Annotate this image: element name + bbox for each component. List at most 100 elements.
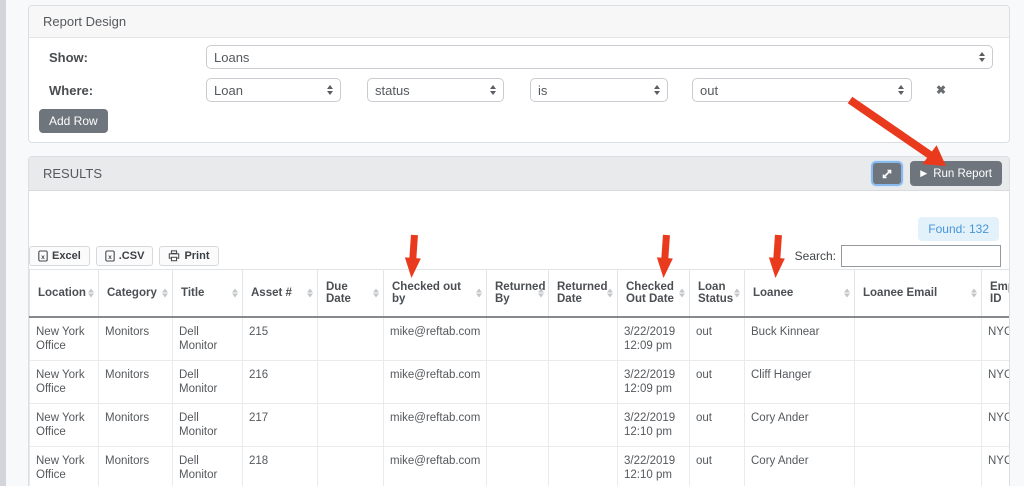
run-report-label: Run Report (933, 167, 992, 180)
sort-icon (373, 288, 379, 298)
table-cell: 217 (242, 403, 318, 447)
export-excel-button[interactable]: x Excel (29, 246, 90, 266)
remove-condition-button[interactable]: ✖ (936, 84, 946, 96)
where-entity-select[interactable]: Loan (206, 78, 341, 102)
where-operator-select[interactable]: is (530, 78, 668, 102)
column-header-location[interactable]: Location (29, 269, 99, 318)
column-header-due-date[interactable]: Due Date (317, 269, 384, 318)
page: Report Design Show: Loans Where: Loan st… (0, 0, 1024, 486)
sort-icon (307, 288, 313, 298)
table-cell: Cory Ander (744, 446, 855, 486)
table-cell: NYC (981, 316, 1009, 361)
show-select-value: Loans (214, 49, 250, 65)
export-csv-button[interactable]: x .CSV (95, 246, 154, 266)
table-cell: Monitors (98, 446, 173, 486)
table-cell: out (689, 446, 745, 486)
sort-icon (538, 288, 544, 298)
table-cell: 216 (242, 360, 318, 404)
column-header-title[interactable]: Title (172, 269, 243, 318)
table-cell (317, 403, 384, 447)
table-header-row: Location Category Title Asset # Due Date Chec… (29, 269, 1009, 318)
select-caret-icon (979, 52, 985, 62)
column-header-loanee-email[interactable]: Loanee Email (854, 269, 982, 318)
table-cell: mike@reftab.com (383, 446, 487, 486)
table-cell: Monitors (98, 316, 173, 361)
column-header-checked-out-by[interactable]: Checked out by (383, 269, 487, 318)
excel-file-icon: x (38, 250, 48, 262)
table-cell: Cory Ander (744, 403, 855, 447)
column-header-emp-id[interactable]: Emp ID (981, 269, 1009, 318)
found-count-badge: Found: 132 (918, 217, 999, 241)
table-cell: Monitors (98, 360, 173, 404)
add-row-button[interactable]: Add Row (39, 109, 108, 133)
table-cell: NYC (981, 403, 1009, 447)
table-cell: New York Office (29, 360, 99, 404)
select-caret-icon (327, 85, 333, 95)
diagonal-arrows-icon (882, 169, 892, 178)
column-header-loan-status[interactable]: Loan Status (689, 269, 745, 318)
select-caret-icon (898, 85, 904, 95)
table-cell: out (689, 403, 745, 447)
column-header-loanee[interactable]: Loanee (744, 269, 855, 318)
csv-file-icon: x (105, 250, 115, 262)
table-cell (317, 446, 384, 486)
sort-icon (734, 288, 740, 298)
table-cell: Dell Monitor (172, 360, 243, 404)
table-cell: Monitors (98, 403, 173, 447)
table-cell: 3/22/2019 12:09 pm (617, 316, 690, 361)
table-cell (486, 360, 549, 404)
table-cell (486, 316, 549, 361)
table-cell: 3/22/2019 12:10 pm (617, 446, 690, 486)
table-cell: mike@reftab.com (383, 360, 487, 404)
column-header-returned-by[interactable]: Returned By (486, 269, 549, 318)
sort-icon (476, 288, 482, 298)
table-cell: 218 (242, 446, 318, 486)
export-buttons: x Excel x .CSV Print (29, 246, 219, 266)
table-cell (548, 316, 618, 361)
table-cell: New York Office (29, 403, 99, 447)
table-row: New York Office Monitors Dell Monitor 218 mi… (29, 446, 1009, 486)
sort-icon (844, 288, 850, 298)
export-excel-label: Excel (52, 250, 81, 262)
table-cell: 3/22/2019 12:09 pm (617, 360, 690, 404)
table-cell: out (689, 316, 745, 361)
table-cell (317, 316, 384, 361)
where-field-select[interactable]: status (367, 78, 504, 102)
table-row: New York Office Monitors Dell Monitor 217 mi… (29, 403, 1009, 447)
column-header-asset[interactable]: Asset # (242, 269, 318, 318)
table-cell: 215 (242, 316, 318, 361)
table-cell: New York Office (29, 446, 99, 486)
play-icon: ▶ (920, 168, 928, 178)
column-header-returned-date[interactable]: Returned Date (548, 269, 618, 318)
sort-icon (679, 288, 685, 298)
show-label: Show: (49, 49, 88, 65)
column-header-category[interactable]: Category (98, 269, 173, 318)
select-caret-icon (654, 85, 660, 95)
search-input[interactable] (841, 245, 1001, 267)
svg-text:x: x (41, 254, 45, 261)
print-button[interactable]: Print (159, 246, 219, 266)
select-caret-icon (490, 85, 496, 95)
table-cell: 3/22/2019 12:10 pm (617, 403, 690, 447)
table-cell (548, 360, 618, 404)
results-title: RESULTS (43, 166, 102, 181)
table-cell (854, 446, 982, 486)
export-csv-label: .CSV (118, 250, 145, 262)
sort-icon (162, 288, 168, 298)
show-select[interactable]: Loans (206, 45, 993, 69)
table-cell: New York Office (29, 316, 99, 361)
where-value-value: out (700, 82, 719, 98)
table-cell: Dell Monitor (172, 446, 243, 486)
where-value-select[interactable]: out (692, 78, 912, 102)
column-header-checked-out-date[interactable]: Checked Out Date (617, 269, 690, 318)
table-row: New York Office Monitors Dell Monitor 216 mi… (29, 360, 1009, 404)
sort-icon (88, 288, 94, 298)
expand-toggle-button[interactable] (871, 161, 904, 186)
sort-icon (971, 288, 977, 298)
results-header-actions: ▶ Run Report (871, 161, 1002, 186)
table-cell (486, 446, 549, 486)
table-cell (317, 360, 384, 404)
results-header: RESULTS ▶ Run Report (29, 157, 1009, 191)
run-report-button[interactable]: ▶ Run Report (910, 161, 1002, 186)
table-cell: out (689, 360, 745, 404)
